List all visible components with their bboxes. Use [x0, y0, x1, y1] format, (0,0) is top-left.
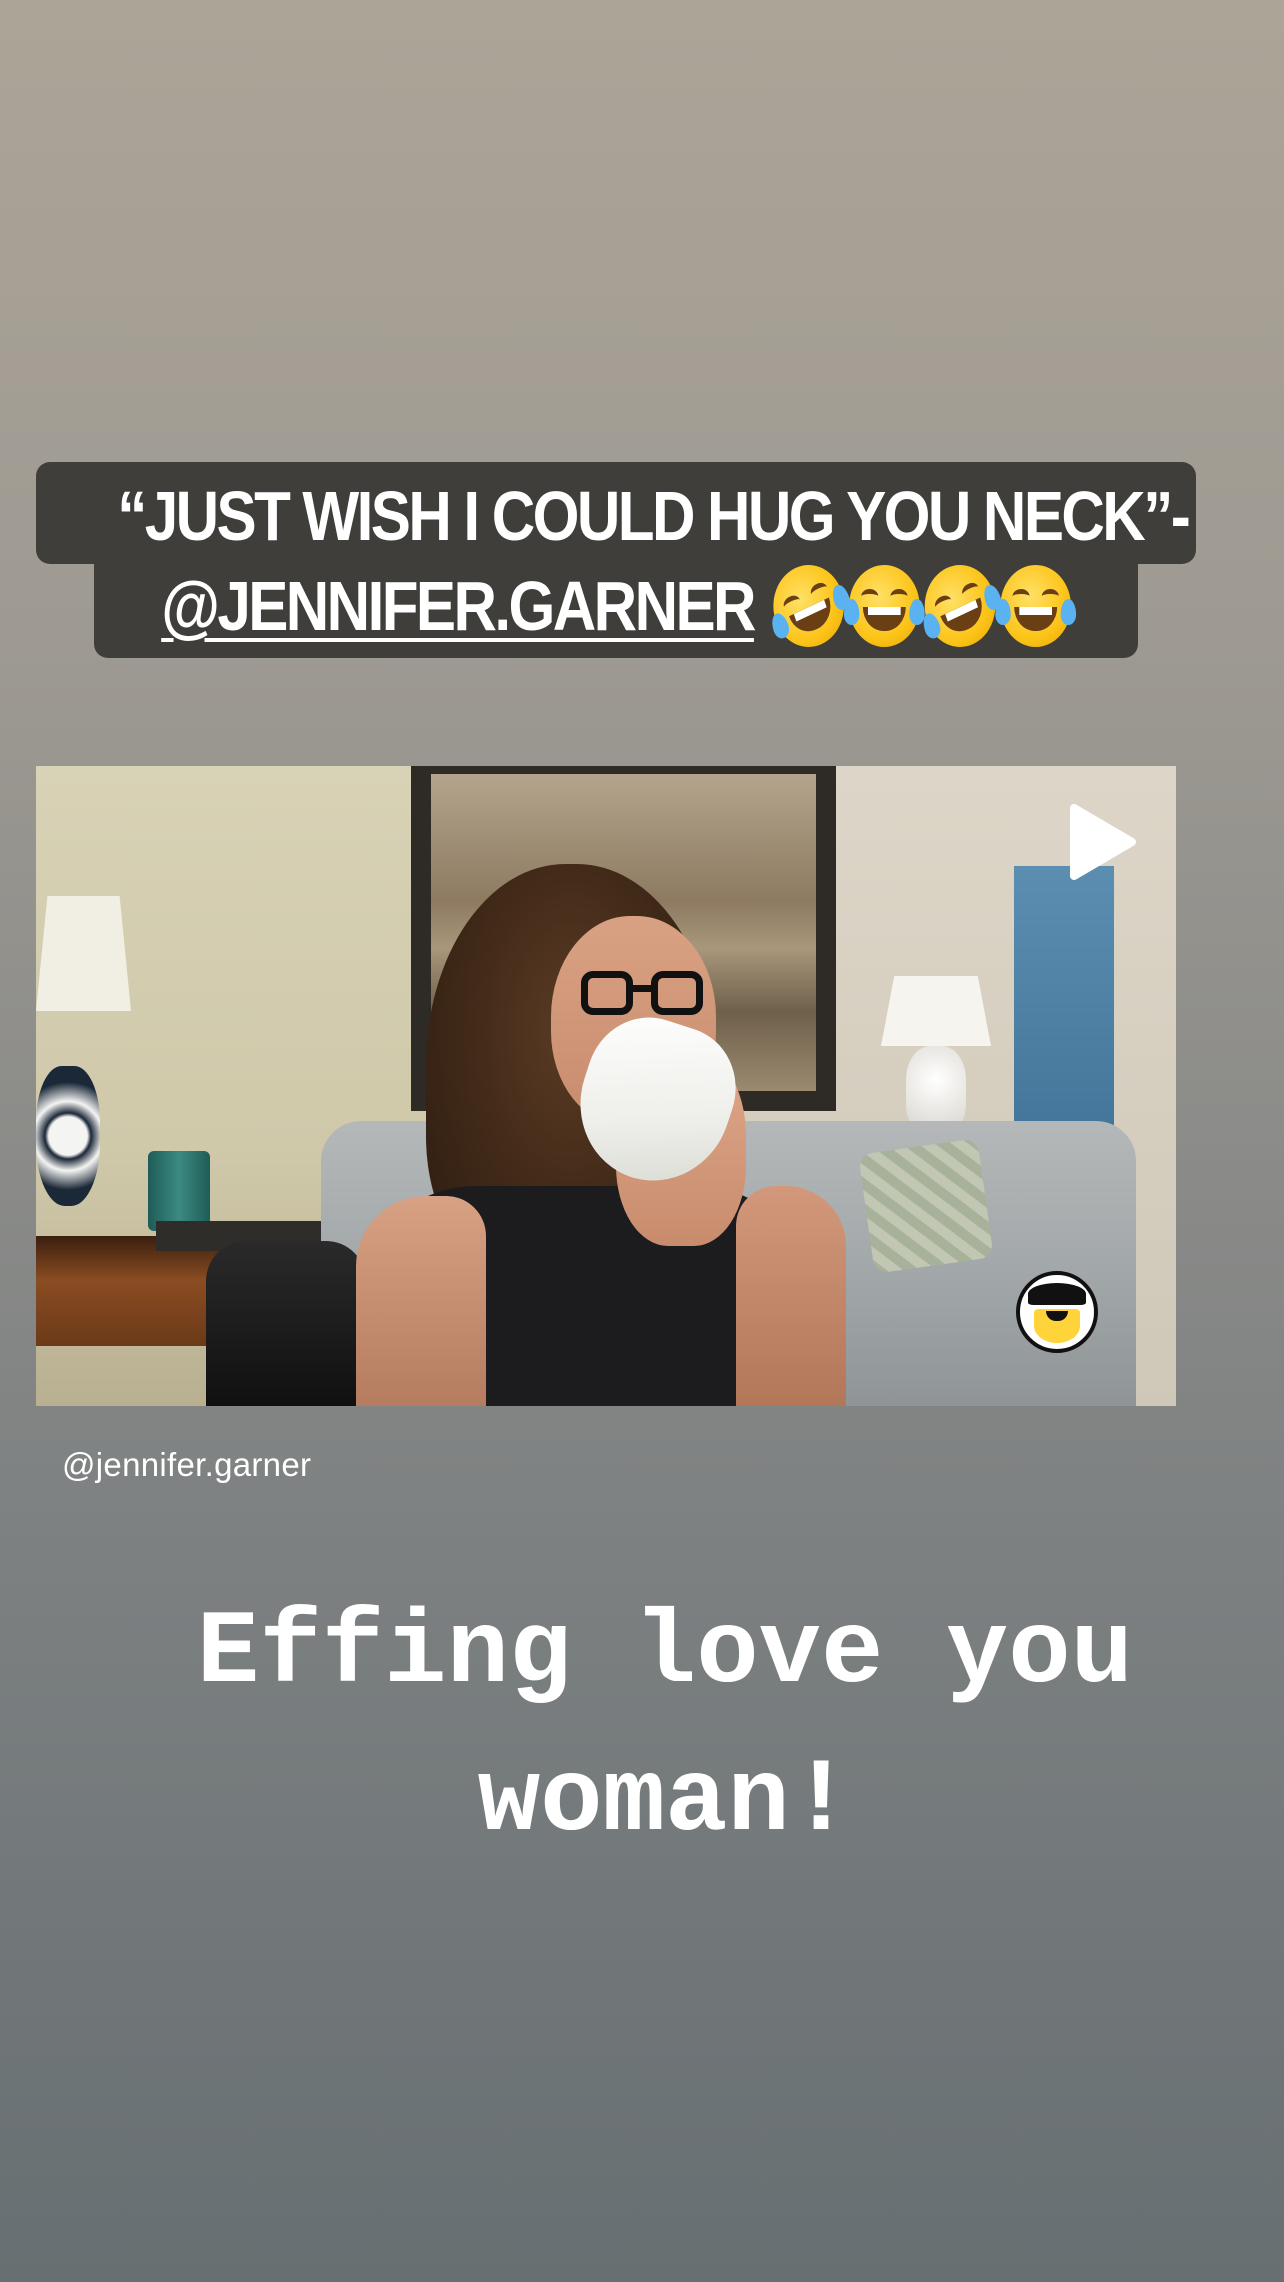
video-frame-lamp-right-shade	[881, 976, 991, 1046]
video-frame-glasses	[581, 971, 711, 1017]
story-text-line-2: woman!	[477, 1743, 853, 1861]
play-icon[interactable]	[1068, 802, 1138, 882]
caption-sticker[interactable]: “JUST WISH I COULD HUG YOU NECK”- @JENNI…	[36, 462, 1196, 659]
shared-video-post[interactable]	[36, 766, 1176, 1406]
video-frame-pillow	[858, 1138, 994, 1274]
rolling-on-floor-laughing-icon	[762, 552, 855, 659]
video-frame-lamp-left	[36, 896, 131, 1011]
caption-mention-link[interactable]: @JENNIFER.GARNER	[161, 567, 756, 645]
caption-line-2: @JENNIFER.GARNER	[117, 552, 1115, 659]
caption-line-1: “JUST WISH I COULD HUG YOU NECK”-	[117, 477, 1191, 555]
video-frame-vase	[36, 1066, 100, 1206]
story-text-line-1: Effing love you	[196, 1595, 1134, 1713]
rolling-on-floor-laughing-icon	[913, 552, 1006, 659]
video-frame-shoulder	[356, 1196, 486, 1406]
viking-mascot-icon	[1016, 1271, 1098, 1353]
post-attribution-username[interactable]: @jennifer.garner	[62, 1446, 311, 1484]
video-frame-chair	[206, 1241, 366, 1406]
video-frame-lamp-right-base	[906, 1046, 966, 1131]
video-frame-arm	[736, 1186, 846, 1406]
story-text: Effing love you woman!	[60, 1580, 1270, 1876]
face-with-tears-of-joy-icon	[995, 564, 1076, 647]
video-frame-cup	[148, 1151, 210, 1231]
face-with-tears-of-joy-icon	[843, 564, 925, 647]
